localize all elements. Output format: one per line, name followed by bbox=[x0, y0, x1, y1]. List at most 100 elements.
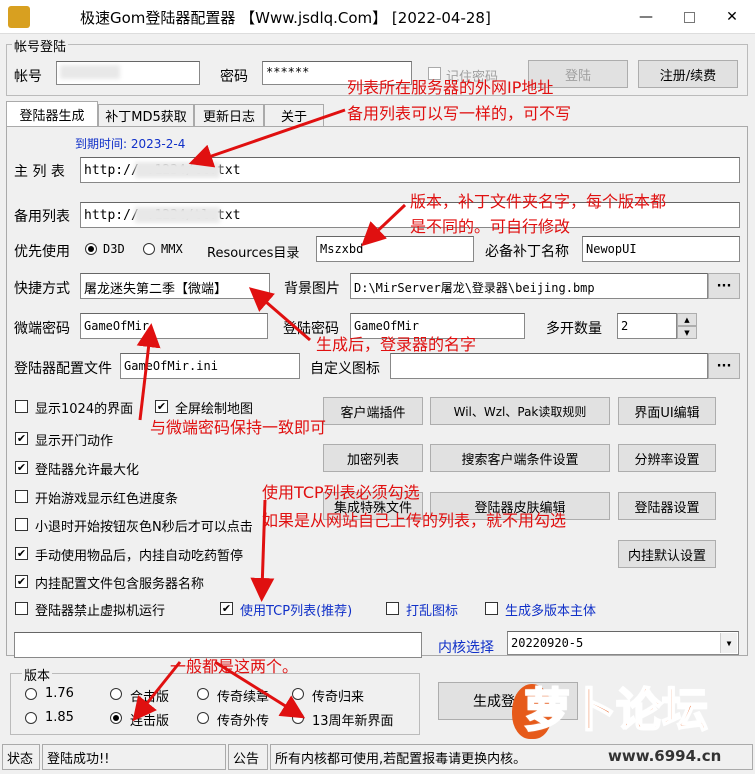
plugin-default-button[interactable]: 内挂默认设置 bbox=[618, 540, 716, 568]
resources-label: Resources目录 bbox=[207, 246, 300, 261]
wil-rule-button[interactable]: Wil、Wzl、Pak读取规则 bbox=[430, 397, 610, 425]
tab-about[interactable]: 关于 bbox=[264, 104, 324, 126]
watermark: 萝卜论坛 www.6994.cn bbox=[512, 672, 752, 772]
checkmark-icon: ✔ bbox=[16, 575, 27, 588]
check-progress[interactable] bbox=[15, 490, 28, 503]
search-client-button[interactable]: 搜索客户端条件设置 bbox=[430, 444, 610, 472]
account-label: 帐号 bbox=[14, 69, 42, 85]
version-radio-185[interactable] bbox=[25, 712, 37, 724]
patch-label: 必备补丁名称 bbox=[485, 244, 569, 260]
version-label-176: 1.76 bbox=[45, 686, 74, 701]
check-multi-version[interactable] bbox=[485, 602, 498, 615]
check-tcp-label: 使用TCP列表(推荐) bbox=[240, 604, 353, 619]
annotation-version: 一般都是这两个。 bbox=[170, 657, 299, 676]
check-shuffle-icon[interactable] bbox=[386, 602, 399, 615]
d3d-label: D3D bbox=[103, 242, 125, 256]
micro-pwd-input[interactable]: GameOfMir bbox=[80, 313, 268, 339]
shortcut-input[interactable]: 屠龙迷失第二季【微端】 bbox=[80, 273, 270, 299]
watermark-text: 萝卜论坛 bbox=[523, 682, 709, 738]
kernel-select[interactable]: 20220920-5 ▼ bbox=[507, 631, 739, 655]
check-door-label: 显示开门动作 bbox=[35, 434, 114, 449]
check-progress-label: 开始游戏显示红色进度条 bbox=[35, 492, 179, 507]
checkmark-icon: ✔ bbox=[16, 547, 27, 560]
tab-md5[interactable]: 补丁MD5获取 bbox=[98, 104, 194, 126]
check-shuffle-icon-label: 打乱图标 bbox=[406, 604, 459, 619]
resources-input[interactable]: Mszxbd bbox=[316, 236, 474, 262]
check-server-name-label: 内挂配置文件包含服务器名称 bbox=[35, 577, 205, 592]
chevron-down-icon: ▼ bbox=[720, 633, 737, 653]
maximize-button[interactable] bbox=[668, 0, 710, 34]
minimize-button[interactable]: — bbox=[625, 0, 667, 34]
check-door[interactable]: ✔ bbox=[15, 432, 28, 445]
checkmark-icon: ✔ bbox=[221, 602, 232, 615]
backup-list-label: 备用列表 bbox=[14, 209, 70, 225]
annotation-login-pwd: 与微端密码保持一致即可 bbox=[150, 418, 327, 437]
annotation-shortcut: 生成后，登录器的名字 bbox=[316, 335, 477, 354]
bg-input[interactable]: D:\MirServer屠龙\登录器\beijing.bmp bbox=[350, 273, 708, 299]
version-radio-waizhuan[interactable] bbox=[197, 712, 209, 724]
checkmark-icon: ✔ bbox=[16, 432, 27, 445]
patch-input[interactable]: NewopUI bbox=[582, 236, 740, 262]
account-input[interactable] bbox=[56, 61, 200, 85]
launcher-settings-button[interactable]: 登陆器设置 bbox=[618, 492, 716, 520]
check-auto-pause-label: 手动使用物品后，内挂自动吃药暂停 bbox=[35, 549, 244, 564]
encrypt-list-button[interactable]: 加密列表 bbox=[323, 444, 423, 472]
check-tcp[interactable]: ✔ bbox=[220, 602, 233, 615]
multi-spin-up[interactable]: ▲ bbox=[677, 313, 697, 326]
check-fullscreen[interactable]: ✔ bbox=[155, 400, 168, 413]
mmx-radio[interactable] bbox=[143, 243, 155, 255]
config-input[interactable]: GameOfMir.ini bbox=[120, 353, 300, 379]
status-label: 状态 bbox=[2, 744, 40, 770]
multi-label: 多开数量 bbox=[546, 321, 602, 337]
annotation-tcp-1: 使用TCP列表必须勾选 bbox=[262, 483, 420, 502]
check-server-name[interactable]: ✔ bbox=[15, 575, 28, 588]
config-label: 登陆器配置文件 bbox=[14, 361, 112, 377]
annotation-version-2: 是不同的。可自行修改 bbox=[410, 217, 571, 236]
bg-browse-button[interactable]: ··· bbox=[708, 273, 740, 299]
check-gray-button-label: 小退时开始按钮灰色N秒后才可以点击 bbox=[35, 520, 253, 535]
check-auto-pause[interactable]: ✔ bbox=[15, 547, 28, 560]
icon-browse-button[interactable]: ··· bbox=[708, 353, 740, 379]
version-radio-guilai[interactable] bbox=[292, 688, 304, 700]
annotation-backup: 备用列表可以写一样的，可不写 bbox=[347, 104, 572, 123]
priority-label: 优先使用 bbox=[14, 244, 70, 260]
shortcut-label: 快捷方式 bbox=[14, 281, 70, 297]
check-1024-label: 显示1024的界面 bbox=[35, 402, 134, 417]
resolution-button[interactable]: 分辨率设置 bbox=[618, 444, 716, 472]
check-no-vm-label: 登陆器禁止虚拟机运行 bbox=[35, 604, 166, 619]
ui-edit-button[interactable]: 界面UI编辑 bbox=[618, 397, 716, 425]
version-radio-lianji[interactable] bbox=[110, 712, 122, 724]
register-button[interactable]: 注册/续费 bbox=[638, 60, 738, 88]
version-label-13th: 13周年新界面 bbox=[312, 714, 394, 729]
check-multi-version-label: 生成多版本主体 bbox=[505, 604, 597, 619]
version-radio-xuzhang[interactable] bbox=[197, 688, 209, 700]
version-radio-heji[interactable] bbox=[110, 688, 122, 700]
icon-input[interactable] bbox=[390, 353, 708, 379]
tab-generator[interactable]: 登陆器生成 bbox=[6, 101, 98, 127]
ip-mask-backup bbox=[135, 207, 220, 223]
version-radio-13th[interactable] bbox=[292, 712, 304, 724]
multi-input[interactable]: 2 bbox=[617, 313, 677, 339]
status-text: 登陆成功!! bbox=[42, 744, 226, 770]
version-label-waizhuan: 传奇外传 bbox=[217, 714, 270, 729]
check-maximize-label: 登陆器允许最大化 bbox=[35, 463, 140, 478]
client-plugin-button[interactable]: 客户端插件 bbox=[323, 397, 423, 425]
login-group-label: 帐号登陆 bbox=[12, 36, 69, 55]
check-gray-button[interactable] bbox=[15, 518, 28, 531]
check-no-vm[interactable] bbox=[15, 602, 28, 615]
ip-mask bbox=[135, 162, 220, 178]
expire-label: 到期时间: 2023-2-4 bbox=[75, 137, 186, 151]
checkmark-icon: ✔ bbox=[16, 461, 27, 474]
close-button[interactable]: ✕ bbox=[711, 0, 753, 34]
version-label-guilai: 传奇归来 bbox=[312, 690, 365, 705]
version-radio-176[interactable] bbox=[25, 688, 37, 700]
annotation-tcp-2: 如果是从网站自己上传的列表，就不用勾选 bbox=[262, 511, 567, 530]
d3d-radio[interactable] bbox=[85, 243, 97, 255]
watermark-url: www.6994.cn bbox=[608, 747, 722, 765]
tab-changelog[interactable]: 更新日志 bbox=[194, 104, 264, 126]
check-maximize[interactable]: ✔ bbox=[15, 461, 28, 474]
annotation-ip: 列表所在服务器的外网IP地址 bbox=[347, 78, 554, 97]
multi-spin-down[interactable]: ▼ bbox=[677, 326, 697, 339]
version-label-xuzhang: 传奇续章 bbox=[217, 690, 270, 705]
check-1024[interactable] bbox=[15, 400, 28, 413]
